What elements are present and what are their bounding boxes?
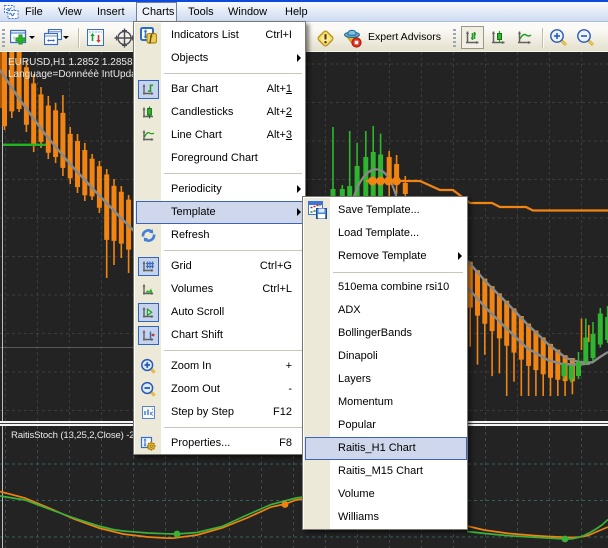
- svg-text:RaitisStoch (13,25,2,Close) -2: RaitisStoch (13,25,2,Close) -2: [11, 430, 134, 441]
- svg-text:Language=Donnééè IntUpdat: Language=Donnééè IntUpdat: [8, 69, 140, 80]
- svg-text:EURUSD,H1 1.2852 1.2858 1: EURUSD,H1 1.2852 1.2858 1: [8, 57, 141, 68]
